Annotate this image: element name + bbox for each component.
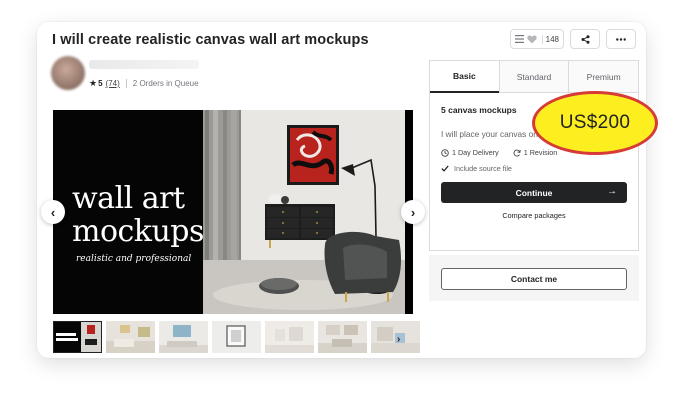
- thumbnail[interactable]: [371, 321, 420, 353]
- more-icon: [616, 37, 626, 41]
- revision-text: 1 Revision: [523, 148, 558, 157]
- reviews-link[interactable]: (74): [106, 79, 120, 88]
- seller-name-blurred[interactable]: [89, 60, 199, 69]
- rating-value: 5: [98, 79, 103, 88]
- rating-row: ★ 5 (74) 2 Orders in Queue: [89, 78, 199, 89]
- chevron-right-icon: ›: [410, 204, 416, 220]
- hero-title-line-2: mockups: [72, 214, 204, 249]
- clock-icon: [441, 148, 449, 157]
- star-icon: ★: [89, 78, 98, 88]
- thumbnail[interactable]: [106, 321, 155, 353]
- thumbnail[interactable]: [318, 321, 367, 353]
- gig-title: I will create realistic canvas wall art …: [52, 32, 369, 48]
- refresh-icon: [513, 149, 521, 156]
- gallery-next-button[interactable]: ›: [401, 200, 425, 224]
- menu-icon[interactable]: [514, 35, 524, 43]
- seller-overview: ★ 5 (74) 2 Orders in Queue: [51, 56, 411, 96]
- continue-label: Continue: [515, 187, 553, 198]
- compare-packages-link[interactable]: Compare packages: [441, 211, 627, 220]
- package-tabs: Basic Standard Premium: [430, 61, 639, 93]
- orders-in-queue: 2 Orders in Queue: [132, 79, 199, 88]
- delivery-text: 1 Day Delivery: [452, 148, 499, 157]
- tab-premium[interactable]: Premium: [568, 61, 639, 92]
- tab-standard[interactable]: Standard: [498, 61, 569, 92]
- share-icon: [581, 34, 589, 44]
- thumbnail[interactable]: [53, 321, 102, 353]
- revision-info: 1 Revision: [513, 148, 558, 157]
- continue-button[interactable]: Continue →: [441, 182, 627, 203]
- hero-subtitle: realistic and professional: [76, 254, 192, 264]
- arrow-right-icon: →: [607, 186, 617, 197]
- chevron-right-icon: ›: [397, 334, 401, 345]
- hero-title-line-1: wall art: [72, 181, 185, 216]
- contact-section: Contact me: [429, 255, 639, 301]
- feature-row: Include source file: [441, 164, 627, 173]
- heart-icon[interactable]: [526, 35, 537, 44]
- gallery-prev-button[interactable]: ‹: [41, 200, 65, 224]
- more-options-button[interactable]: [606, 29, 636, 49]
- price-badge: US$200: [532, 91, 658, 155]
- thumbnails-next-button[interactable]: ›: [397, 334, 400, 345]
- package-panel: Basic Standard Premium 5 canvas mockups …: [429, 60, 639, 251]
- feature-text: Include source file: [454, 164, 512, 173]
- tab-basic[interactable]: Basic: [430, 61, 499, 93]
- like-group[interactable]: 148: [509, 29, 564, 49]
- delivery-info: 1 Day Delivery: [441, 148, 499, 157]
- seller-avatar[interactable]: [51, 56, 85, 90]
- thumbnail[interactable]: [265, 321, 314, 353]
- share-button[interactable]: [570, 29, 600, 49]
- thumbnail[interactable]: [159, 321, 208, 353]
- divider: [125, 79, 127, 88]
- thumbnail[interactable]: [212, 321, 261, 353]
- check-icon: [441, 165, 449, 172]
- gallery-thumbnails: [53, 321, 420, 353]
- gig-card: I will create realistic canvas wall art …: [37, 22, 646, 358]
- like-count: 148: [541, 34, 559, 44]
- chevron-left-icon: ‹: [50, 204, 56, 220]
- contact-me-button[interactable]: Contact me: [441, 268, 627, 290]
- gallery-main-image[interactable]: wall art mockups realistic and professio…: [53, 110, 413, 314]
- header-actions: 148: [509, 29, 636, 49]
